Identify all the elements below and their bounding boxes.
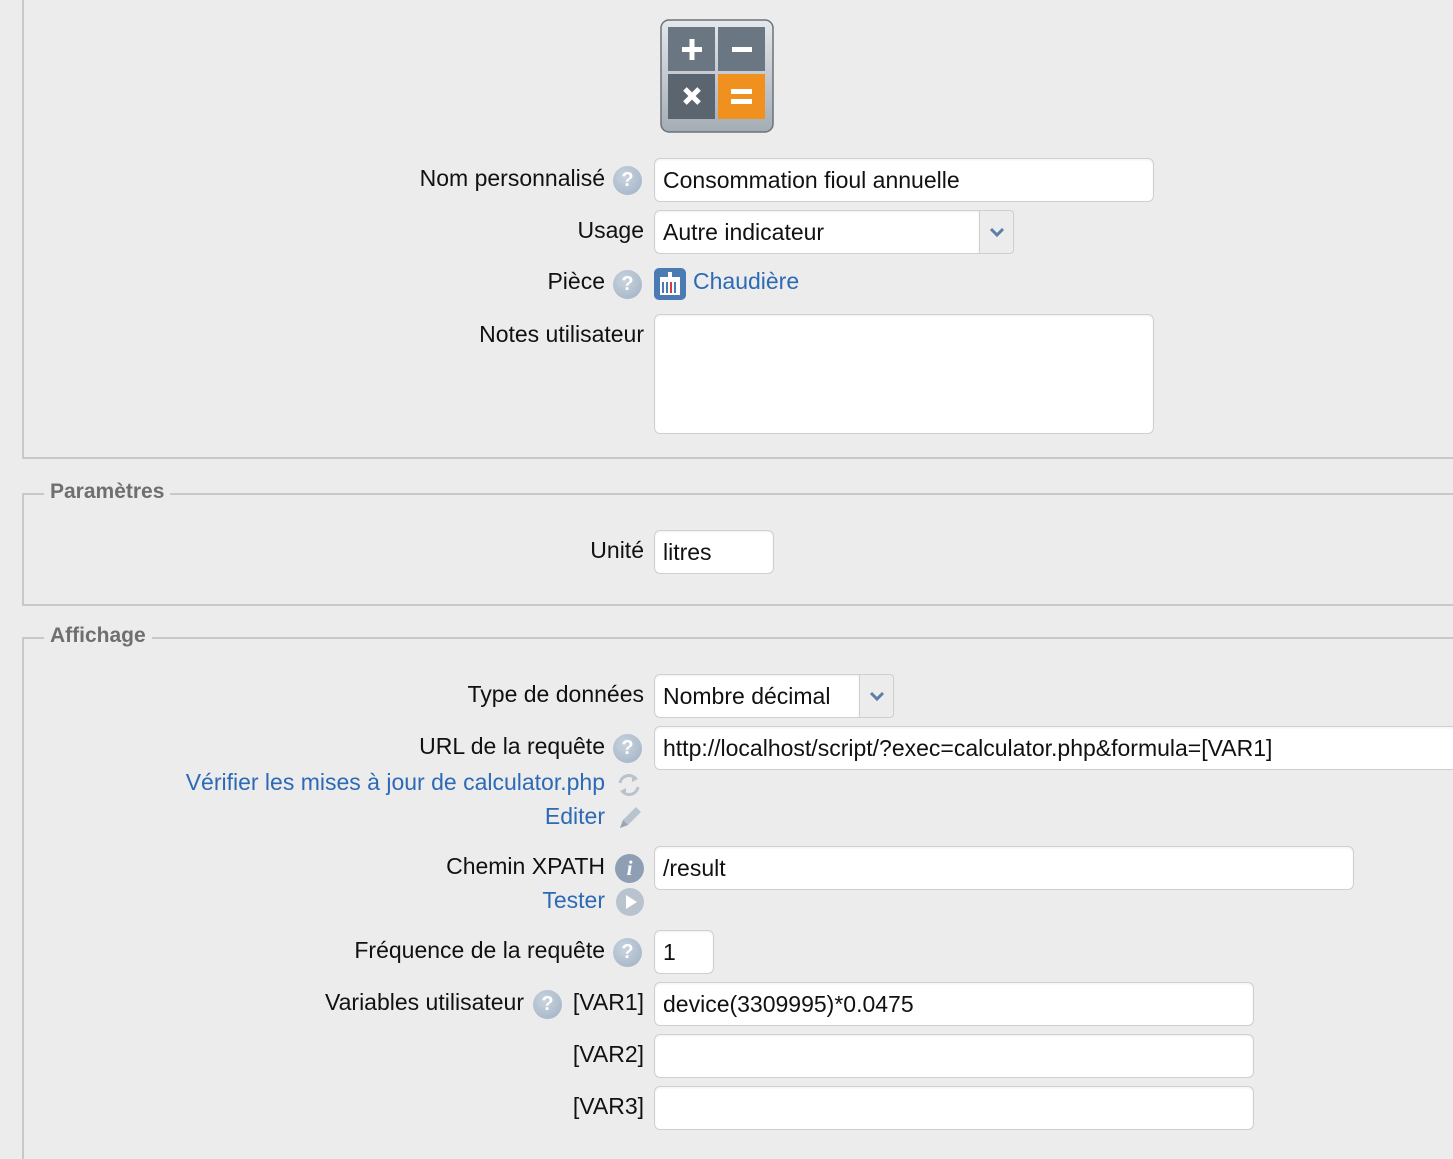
play-icon[interactable]: [615, 887, 645, 917]
refresh-icon[interactable]: [615, 771, 643, 799]
help-icon[interactable]: ?: [613, 734, 642, 763]
nom-input[interactable]: Consommation fioul annuelle: [654, 158, 1154, 202]
type-select[interactable]: Nombre décimal: [654, 674, 860, 718]
check-updates-link[interactable]: Vérifier les mises à jour de calculator.…: [186, 769, 605, 796]
pencil-icon[interactable]: [615, 803, 645, 833]
notes-label: Notes utilisateur: [479, 321, 644, 347]
piece-link[interactable]: Chaudière: [693, 268, 799, 295]
calculator-icon: [660, 19, 774, 133]
parametres-legend: Paramètres: [44, 480, 171, 504]
unite-input[interactable]: litres: [654, 530, 774, 574]
boiler-room-icon: [654, 268, 686, 300]
chevron-down-icon: [869, 691, 884, 702]
notes-textarea[interactable]: [654, 314, 1154, 434]
xpath-label: Chemin XPATH: [446, 853, 605, 879]
usage-select[interactable]: Autre indicateur: [654, 210, 980, 254]
info-icon[interactable]: i: [615, 854, 644, 883]
help-icon[interactable]: ?: [613, 166, 642, 195]
help-icon[interactable]: ?: [613, 938, 642, 967]
usage-label: Usage: [577, 217, 644, 243]
xpath-input[interactable]: /result: [654, 846, 1354, 890]
var1-label: [VAR1]: [572, 989, 644, 1015]
var2-label: [VAR2]: [572, 1041, 644, 1067]
type-label: Type de données: [467, 681, 644, 707]
usage-dropdown-button[interactable]: [980, 210, 1014, 254]
help-icon[interactable]: ?: [533, 990, 562, 1019]
edit-link[interactable]: Editer: [545, 803, 605, 830]
test-link[interactable]: Tester: [542, 887, 605, 914]
var3-label: [VAR3]: [572, 1093, 644, 1119]
url-input[interactable]: http://localhost/script/?exec=calculator…: [654, 726, 1453, 770]
freq-label: Fréquence de la requête: [354, 937, 605, 963]
chevron-down-icon: [989, 227, 1004, 238]
help-icon[interactable]: ?: [613, 270, 642, 299]
freq-input[interactable]: 1: [654, 930, 714, 974]
affichage-legend: Affichage: [44, 624, 152, 648]
vars-label: Variables utilisateur: [324, 989, 524, 1015]
url-label: URL de la requête: [419, 733, 605, 759]
unite-label: Unité: [590, 537, 644, 563]
nom-label: Nom personnalisé: [419, 165, 605, 191]
var1-input[interactable]: device(3309995)*0.0475: [654, 982, 1254, 1026]
piece-label: Pièce: [547, 268, 605, 294]
type-dropdown-button[interactable]: [860, 674, 894, 718]
var2-input[interactable]: [654, 1034, 1254, 1078]
var3-input[interactable]: [654, 1086, 1254, 1130]
